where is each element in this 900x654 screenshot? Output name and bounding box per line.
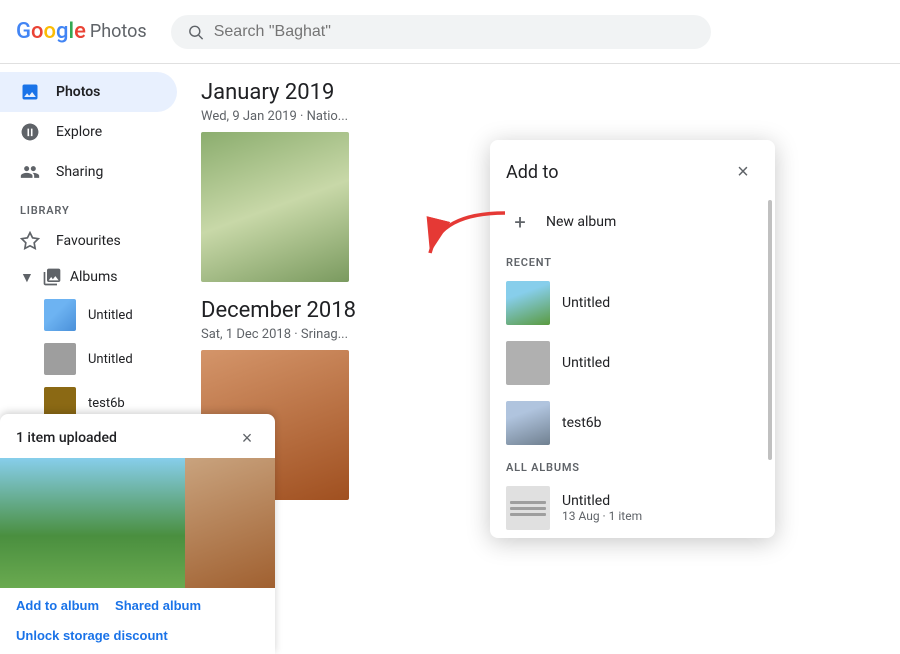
dialog-album-name-1: Untitled [562,295,610,311]
add-to-album-button[interactable]: Add to album [16,598,99,613]
sidebar-item-photos-label: Photos [56,84,100,100]
dialog-all-album-item-1[interactable]: Untitled 13 Aug · 1 item [490,478,775,538]
plus-icon: + [506,208,534,236]
new-album-label: New album [546,214,616,230]
dialog-header: Add to × [490,140,775,196]
google-photos-logo: Google Photos [16,19,147,44]
dialog-album-item-3[interactable]: test6b [490,393,775,453]
sharing-icon [20,162,40,182]
dialog-scrollbar[interactable] [768,200,772,460]
recent-label: RECENT [490,248,775,273]
photo-jan2019[interactable] [201,132,349,282]
section-meta-jan2019: Wed, 9 Jan 2019 · Natio... [201,109,884,124]
sidebar-item-photos[interactable]: Photos [0,72,177,112]
dialog-all-album-info-1: Untitled 13 Aug · 1 item [562,493,642,523]
dialog-scroll-area[interactable]: + New album RECENT Untitled Untitled tes… [490,196,775,538]
albums-icon [42,267,62,287]
new-album-button[interactable]: + New album [490,196,775,248]
search-icon [187,23,204,41]
upload-notification-header: 1 item uploaded × [0,414,275,458]
add-to-dialog: Add to × + New album RECENT Untitled Unt… [490,140,775,538]
sidebar-item-sharing[interactable]: Sharing [0,152,177,192]
sidebar-item-favourites-label: Favourites [56,233,121,249]
upload-notification: 1 item uploaded × Add to album Shared al… [0,414,275,654]
sidebar-album-item-1[interactable]: Untitled [0,293,185,337]
sidebar-item-albums[interactable]: ▼ Albums [0,261,185,293]
explore-icon [20,122,40,142]
upload-photos-preview [0,458,275,588]
topbar: Google Photos [0,0,900,64]
logo-text: Photos [90,21,147,42]
dialog-album-item-1[interactable]: Untitled [490,273,775,333]
dialog-title: Add to [506,162,559,183]
album-thumb-1 [44,299,76,331]
sidebar-item-explore-label: Explore [56,124,102,140]
upload-photo-2[interactable] [185,458,275,588]
upload-close-button[interactable]: × [235,426,259,450]
upload-photo-1[interactable] [0,458,185,588]
sidebar-item-sharing-label: Sharing [56,164,103,180]
library-label: LIBRARY [0,192,185,221]
upload-actions: Add to album Shared album [0,588,275,625]
dialog-all-album-meta-1: 13 Aug · 1 item [562,509,642,523]
search-input[interactable] [214,23,695,41]
dialog-album-name-3: test6b [562,415,602,431]
sidebar-item-favourites[interactable]: Favourites [0,221,177,261]
dialog-album-thumb-3 [506,401,550,445]
search-bar[interactable] [171,15,711,49]
all-albums-label: ALL ALBUMS [490,453,775,478]
shared-album-button[interactable]: Shared album [115,598,201,613]
dialog-album-item-2[interactable]: Untitled [490,333,775,393]
chevron-down-icon: ▼ [20,269,34,286]
dialog-all-album-name-1: Untitled [562,493,642,509]
sidebar-item-albums-label: Albums [70,269,118,285]
sidebar-album-item-2[interactable]: Untitled [0,337,185,381]
favourites-icon [20,231,40,251]
section-title-jan2019: January 2019 [201,80,884,105]
unlock-storage-button[interactable]: Unlock storage discount [16,628,168,643]
photos-icon [20,82,40,102]
dialog-all-album-thumb-1 [506,486,550,530]
dialog-album-name-2: Untitled [562,355,610,371]
dialog-album-thumb-1 [506,281,550,325]
upload-title: 1 item uploaded [16,430,117,446]
dialog-close-button[interactable]: × [727,156,759,188]
dialog-album-thumb-2 [506,341,550,385]
album-thumb-2 [44,343,76,375]
sidebar-item-explore[interactable]: Explore [0,112,177,152]
